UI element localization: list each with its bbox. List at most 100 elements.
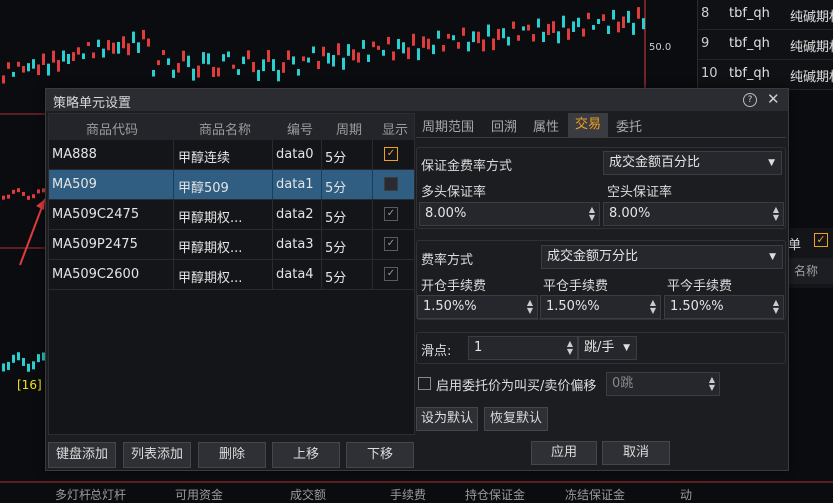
candle [547, 23, 550, 36]
candle [112, 42, 115, 54]
close-today-fee-input[interactable]: 1.50%% ▲ ▼ [664, 295, 784, 319]
restore-default-button[interactable]: 恢复默认 [484, 407, 548, 431]
open-fee-input[interactable]: 1.50%% ▲ ▼ [417, 295, 538, 319]
candle [522, 26, 525, 31]
candle [492, 38, 495, 51]
candle [377, 45, 380, 50]
margin-group: 保证金费率方式 成交金额百分比 ▼ 多头保证率 空头保证率 8.00% ▲ ▼ 8.0… [416, 147, 786, 229]
entrust-offset-checkbox[interactable] [418, 377, 431, 390]
table-row[interactable]: MA509C2600 甲醇期权... data4 5分 ✓ [49, 260, 414, 290]
candle [162, 50, 165, 55]
candle [17, 188, 20, 193]
background-contract-table: 8 tbf_qh 纯碱期权 9 tbf_qh 纯碱期权 10 tbf_qh 纯碱… [697, 0, 833, 90]
candle [32, 194, 35, 199]
candle [322, 46, 325, 57]
long-margin-input[interactable]: 8.00% ▲ ▼ [419, 202, 600, 226]
slippage-input[interactable]: 1 ▲ ▼ [468, 336, 578, 360]
candle [387, 36, 390, 45]
set-default-button[interactable]: 设为默认 [416, 407, 478, 431]
close-icon[interactable]: ✕ [767, 90, 780, 108]
show-checkbox[interactable] [384, 177, 398, 191]
show-checkbox[interactable]: ✓ [384, 237, 398, 251]
candle [367, 54, 370, 62]
dialog-title: 策略单元设置 [53, 96, 132, 111]
candle [432, 44, 435, 55]
candle [77, 47, 80, 55]
candle [487, 24, 490, 37]
candle [37, 189, 40, 194]
candle [357, 52, 360, 63]
table-row[interactable]: MA888 甲醇连续 data0 5分 ✓ [49, 140, 414, 170]
tab-entrust[interactable]: 委托 [616, 116, 642, 135]
candle [317, 60, 320, 70]
candle [262, 59, 265, 72]
candle [57, 59, 60, 72]
candle [2, 195, 5, 200]
candle [302, 56, 305, 62]
candle [127, 43, 130, 56]
candle [187, 55, 190, 68]
candle [7, 62, 10, 69]
dialog-title-bar[interactable]: 策略单元设置 ? ✕ [46, 89, 788, 111]
candle [282, 62, 285, 73]
candle [47, 63, 50, 76]
candle [142, 29, 145, 40]
tab-backtrace[interactable]: 回溯 [491, 116, 517, 135]
keyboard-add-button[interactable]: 键盘添加 [48, 442, 116, 468]
candle [467, 41, 470, 52]
tab-properties[interactable]: 属性 [533, 116, 559, 135]
candle [612, 9, 615, 20]
table-row[interactable]: MA509 甲醇509 data1 5分 [49, 170, 414, 200]
show-checkbox[interactable]: ✓ [384, 147, 398, 161]
candle [462, 27, 465, 36]
candle [37, 64, 40, 76]
slippage-group: 滑点: 1 ▲ ▼ 跳/手 ▼ [416, 332, 786, 364]
margin-method-select[interactable]: 成交金额百分比 ▼ [603, 151, 782, 175]
candle [437, 30, 440, 39]
table-row[interactable]: MA509P2475 甲醇期权... data3 5分 ✓ [49, 230, 414, 260]
candle [17, 352, 20, 361]
candle [342, 57, 345, 70]
move-up-button[interactable]: 上移 [272, 442, 340, 468]
candle [627, 10, 630, 23]
candle [572, 21, 575, 32]
table-row[interactable]: 8 tbf_qh 纯碱期权 [698, 0, 833, 30]
candle [207, 53, 210, 65]
apply-button[interactable]: 应用 [531, 441, 597, 465]
candle [402, 42, 405, 54]
candle [12, 354, 15, 363]
entrust-offset-input[interactable]: 0跳 ▲ ▼ [606, 372, 720, 396]
close-fee-input[interactable]: 1.50%% ▲ ▼ [540, 295, 661, 319]
list-add-button[interactable]: 列表添加 [123, 442, 191, 468]
fee-method-select[interactable]: 成交金额万分比 ▼ [541, 245, 783, 269]
delete-button[interactable]: 删除 [198, 442, 266, 468]
tab-period-range[interactable]: 周期范围 [422, 116, 474, 135]
candle [412, 33, 415, 46]
candle [472, 31, 475, 43]
table-row[interactable]: 9 tbf_qh 纯碱期权 [698, 30, 833, 60]
show-checkbox[interactable]: ✓ [384, 267, 398, 281]
table-row[interactable]: 10 tbf_qh 纯碱期权 [698, 60, 833, 90]
column-header: 名称 [788, 258, 833, 284]
short-margin-input[interactable]: 8.00% ▲ ▼ [603, 202, 784, 226]
show-checkbox[interactable]: ✓ [384, 207, 398, 221]
candle [217, 67, 220, 77]
checkbox[interactable]: ✓ [814, 233, 828, 247]
candle [417, 48, 420, 61]
candle [2, 363, 5, 372]
candle [297, 69, 300, 76]
slippage-unit-select[interactable]: 跳/手 ▼ [578, 336, 637, 360]
tab-trade[interactable]: 交易 [568, 113, 609, 137]
move-down-button[interactable]: 下移 [346, 442, 414, 468]
candle [2, 75, 5, 84]
candle [22, 191, 25, 196]
candle [592, 25, 595, 30]
candle [442, 45, 445, 52]
help-icon[interactable]: ? [743, 93, 757, 107]
cancel-button[interactable]: 取消 [602, 441, 670, 465]
table-row[interactable]: MA509C2475 甲醇期权... data2 5分 ✓ [49, 200, 414, 230]
candle [102, 48, 105, 58]
candle [602, 14, 605, 21]
candle [92, 52, 95, 59]
candle [532, 34, 535, 42]
